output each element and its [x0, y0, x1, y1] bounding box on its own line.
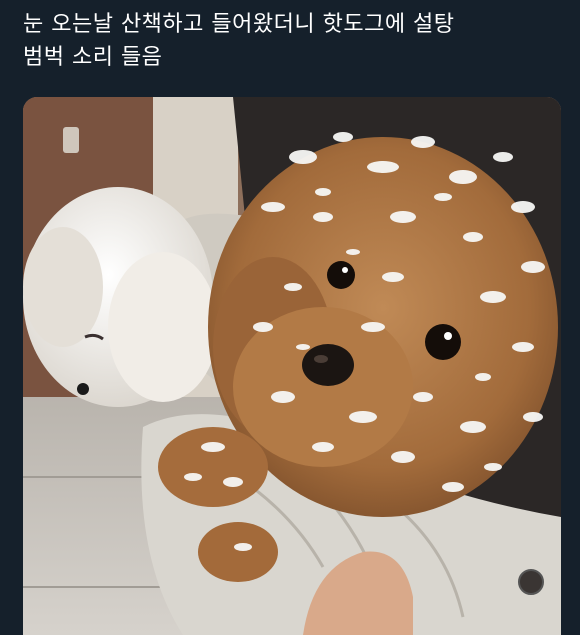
brown-poodle-paw	[158, 427, 268, 507]
tweet-text: 눈 오는날 산책하고 들어왔더니 핫도그에 설탕 범벅 소리 들음	[23, 8, 563, 74]
tweet-text-line-2: 범벅 소리 들음	[23, 45, 163, 70]
white-poodle-nose	[77, 383, 89, 395]
brown-poodle-nose	[302, 344, 354, 386]
tweet-photo[interactable]	[23, 97, 561, 635]
brown-poodle-right-eye	[425, 324, 461, 360]
tweet-text-line-1: 눈 오는날 산책하고 들어왔더니 핫도그에 설탕	[23, 12, 455, 37]
tweet-post: 눈 오는날 산책하고 들어왔더니 핫도그에 설탕 범벅 소리 들음	[0, 0, 580, 635]
brown-poodle-left-eye	[327, 261, 355, 289]
coat-button	[518, 569, 544, 595]
dogs-in-snow-photo	[23, 97, 561, 635]
wall-switch	[63, 127, 79, 153]
